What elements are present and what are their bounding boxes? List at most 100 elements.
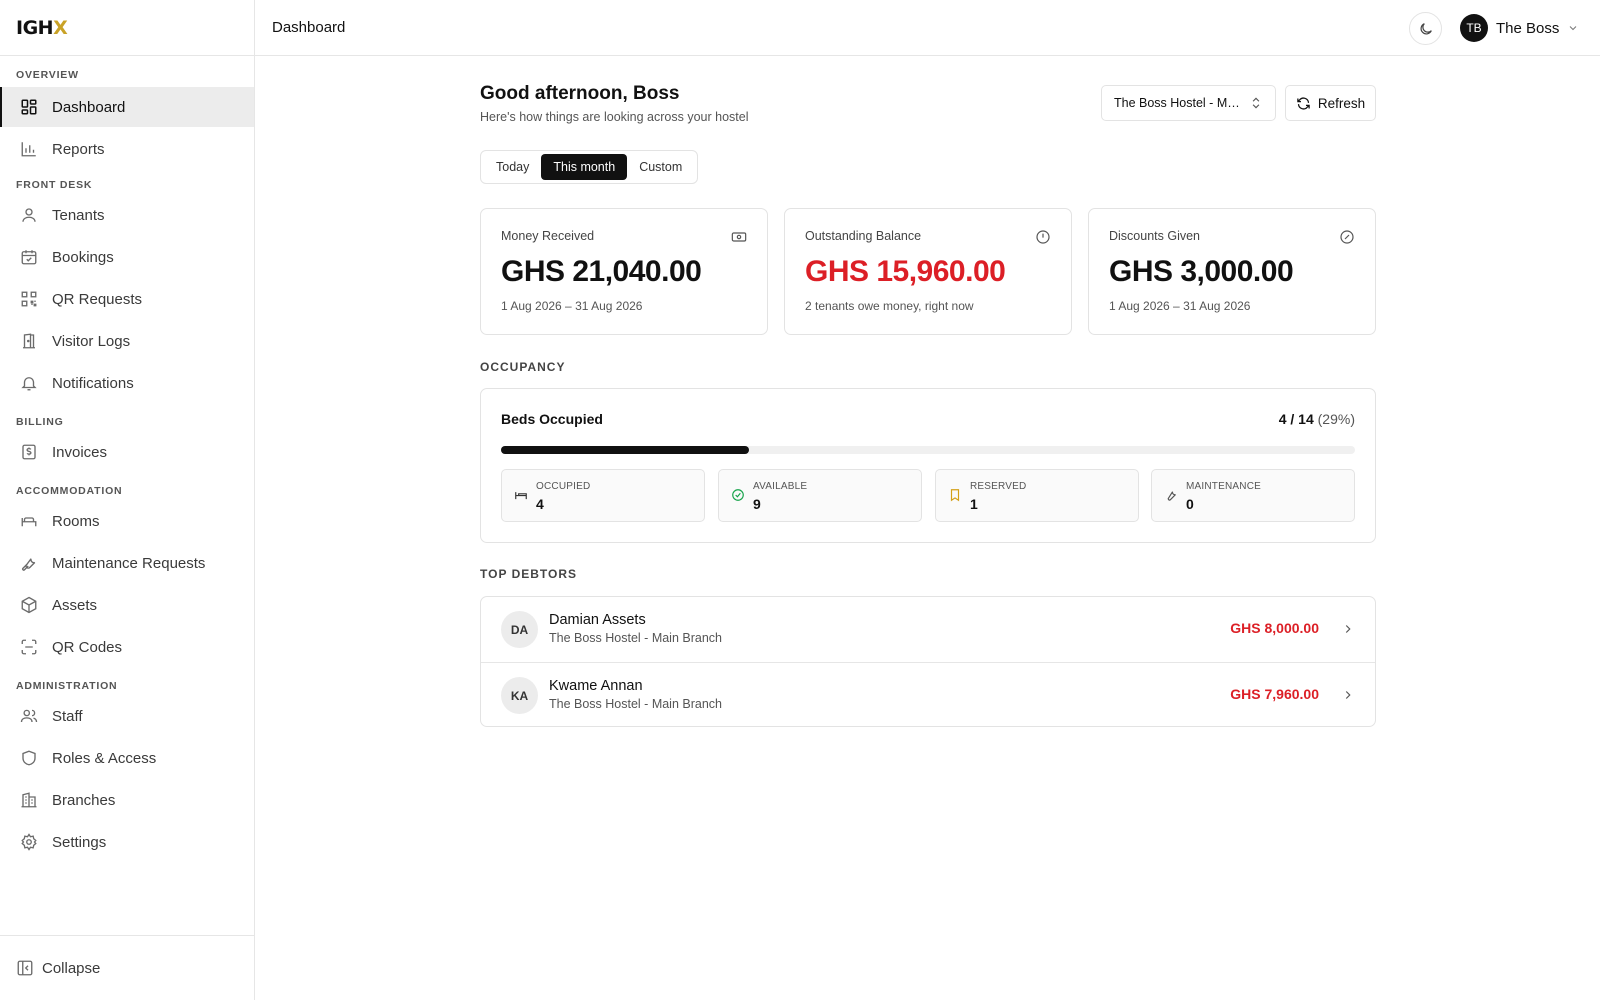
sidebar-item-tenants[interactable]: Tenants (0, 195, 254, 235)
chevrons-up-down-icon (1249, 96, 1263, 110)
gear-icon (18, 831, 40, 853)
date-range-tabs: Today This month Custom (480, 150, 699, 184)
sidebar-item-maintenance-requests[interactable]: Maintenance Requests (0, 543, 254, 583)
tile-label: MAINTENANCE (1186, 481, 1261, 492)
sidebar-item-invoices[interactable]: Invoices (0, 432, 254, 472)
tile-label: RESERVED (970, 481, 1027, 492)
tile-label: AVAILABLE (753, 481, 808, 492)
bell-icon (18, 372, 40, 394)
card-label: Discounts Given (1109, 229, 1201, 243)
tab-today[interactable]: Today (484, 154, 541, 180)
tile-value: 4 (536, 496, 544, 512)
reserved-tile: RESERVED 1 (935, 469, 1139, 522)
dashboard-icon (18, 96, 40, 118)
occupancy-tiles: OCCUPIED 4 AVAILABLE 9 RESERVED 1 MAINTE… (501, 469, 1355, 522)
sidebar-item-label: Maintenance Requests (52, 554, 206, 572)
user-name: The Boss (1496, 19, 1560, 37)
theme-toggle-button[interactable] (1409, 12, 1442, 45)
chevron-right-icon (1341, 622, 1355, 636)
sidebar-item-label: Branches (52, 791, 116, 809)
sidebar-item-visitor-logs[interactable]: Visitor Logs (0, 321, 254, 361)
sidebar-item-dashboard[interactable]: Dashboard (0, 87, 254, 127)
sidebar-item-staff[interactable]: Staff (0, 696, 254, 736)
brand-bar: IGHX (0, 0, 254, 56)
debtor-name: Damian Assets (549, 612, 646, 628)
discounts-given-card: Discounts Given GHS 3,000.00 1 Aug 2026 … (1088, 208, 1376, 335)
sidebar-item-settings[interactable]: Settings (0, 822, 254, 862)
top-bar: Dashboard (255, 0, 1600, 56)
section-label-front-desk: FRONT DESK (16, 179, 93, 191)
sidebar-item-label: Tenants (52, 206, 105, 224)
badge-percent-icon (1339, 229, 1355, 245)
sidebar-item-label: Rooms (52, 512, 100, 530)
sidebar-item-roles-access[interactable]: Roles & Access (0, 738, 254, 778)
bar-chart-icon (18, 138, 40, 160)
users-icon (18, 705, 40, 727)
qr-code-icon (18, 288, 40, 310)
collapse-button[interactable]: Collapse (0, 935, 254, 1000)
greeting-subtitle: Here's how things are looking across you… (480, 110, 749, 124)
bed-icon (18, 510, 40, 532)
section-label-overview: OVERVIEW (16, 69, 79, 81)
scan-icon (18, 636, 40, 658)
banknote-icon (731, 229, 747, 245)
sidebar-item-rooms[interactable]: Rooms (0, 501, 254, 541)
occupied-tile: OCCUPIED 4 (501, 469, 705, 522)
top-debtors-heading: TOP DEBTORS (480, 567, 578, 581)
tile-value: 9 (753, 496, 761, 512)
branch-select[interactable]: The Boss Hostel - Main Branch (1101, 85, 1276, 121)
section-label-billing: BILLING (16, 416, 64, 428)
sidebar-item-qr-requests[interactable]: QR Requests (0, 279, 254, 319)
sidebar-collapse-icon (16, 959, 34, 977)
receipt-dollar-icon (18, 441, 40, 463)
app-logo[interactable]: IGHX (16, 17, 68, 39)
sidebar-item-qr-codes[interactable]: QR Codes (0, 627, 254, 667)
sidebar-item-reports[interactable]: Reports (0, 129, 254, 169)
card-value: GHS 3,000.00 (1109, 255, 1294, 288)
tab-custom[interactable]: Custom (627, 154, 694, 180)
occupancy-progress-bar (501, 446, 1355, 454)
user-icon (18, 204, 40, 226)
calendar-check-icon (18, 246, 40, 268)
debtor-row[interactable]: KA Kwame Annan The Boss Hostel - Main Br… (481, 662, 1375, 726)
debtor-amount: GHS 8,000.00 (1230, 620, 1319, 636)
sidebar-item-label: Bookings (52, 248, 114, 266)
occupancy-progress-fill (501, 446, 749, 454)
building-icon (18, 789, 40, 811)
bookmark-icon (948, 488, 962, 502)
debtor-branch: The Boss Hostel - Main Branch (549, 631, 722, 645)
sidebar: IGHX OVERVIEW Dashboard Reports FRONT DE… (0, 0, 255, 1000)
chevron-down-icon (1567, 22, 1579, 34)
branch-select-value: The Boss Hostel - Main Branch (1114, 96, 1244, 110)
debtor-row[interactable]: DA Damian Assets The Boss Hostel - Main … (481, 597, 1375, 662)
refresh-label: Refresh (1317, 95, 1366, 111)
sidebar-item-bookings[interactable]: Bookings (0, 237, 254, 277)
door-icon (18, 330, 40, 352)
debtor-name: Kwame Annan (549, 678, 643, 694)
sidebar-item-label: QR Requests (52, 290, 143, 308)
sidebar-item-label: Settings (52, 833, 107, 851)
sidebar-item-label: Dashboard (52, 98, 126, 116)
sidebar-item-branches[interactable]: Branches (0, 780, 254, 820)
sidebar-item-label: Roles & Access (52, 749, 157, 767)
card-value: GHS 21,040.00 (501, 255, 702, 288)
sidebar-item-label: Invoices (52, 443, 108, 461)
sidebar-item-assets[interactable]: Assets (0, 585, 254, 625)
user-menu[interactable]: TB The Boss (1460, 14, 1579, 42)
card-note: 1 Aug 2026 – 31 Aug 2026 (501, 299, 643, 313)
section-label-accommodation: ACCOMMODATION (16, 485, 123, 497)
tile-value: 1 (970, 496, 978, 512)
chevron-right-icon (1341, 688, 1355, 702)
tab-this-month[interactable]: This month (541, 154, 628, 180)
sidebar-item-label: Notifications (52, 374, 134, 392)
beds-occupied-ratio: 4 / 14 (29%) (1278, 411, 1355, 427)
greeting: Good afternoon, Boss (480, 83, 680, 104)
bed-icon (514, 488, 528, 502)
refresh-button[interactable]: Refresh (1285, 85, 1376, 121)
sidebar-item-label: Assets (52, 596, 98, 614)
section-label-administration: ADMINISTRATION (16, 680, 118, 692)
maintenance-tile: MAINTENANCE 0 (1151, 469, 1355, 522)
sidebar-nav: OVERVIEW Dashboard Reports FRONT DESK Te… (0, 69, 254, 862)
wrench-icon (1164, 488, 1178, 502)
sidebar-item-notifications[interactable]: Notifications (0, 363, 254, 403)
